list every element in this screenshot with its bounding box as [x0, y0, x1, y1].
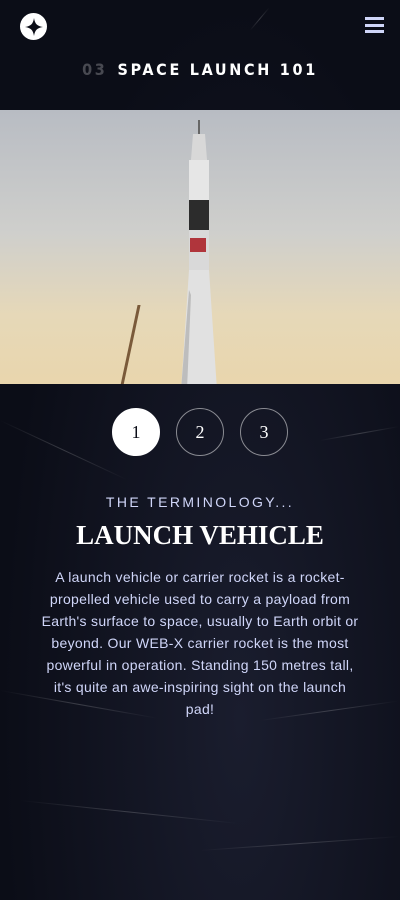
launch-tower	[118, 305, 174, 384]
header	[0, 0, 400, 60]
slide-navigation: 1 2 3	[0, 408, 400, 456]
page-title: 03 SPACE LAUNCH 101	[0, 60, 400, 79]
slide-button-1[interactable]: 1	[112, 408, 160, 456]
terminology-subtitle: THE TERMINOLOGY...	[105, 494, 295, 510]
slide-button-3[interactable]: 3	[240, 408, 288, 456]
rocket-graphic	[181, 120, 217, 384]
page-title-text: SPACE LAUNCH 101	[117, 60, 318, 79]
page-number: 03	[82, 60, 108, 79]
rocket-launch-photo	[0, 110, 400, 384]
slide-button-2[interactable]: 2	[176, 408, 224, 456]
star-logo-icon[interactable]	[20, 13, 47, 40]
hamburger-menu-icon[interactable]	[365, 17, 384, 33]
terminology-heading: LAUNCH VEHICLE	[76, 520, 324, 550]
terminology-description: A launch vehicle or carrier rocket is a …	[41, 569, 359, 717]
